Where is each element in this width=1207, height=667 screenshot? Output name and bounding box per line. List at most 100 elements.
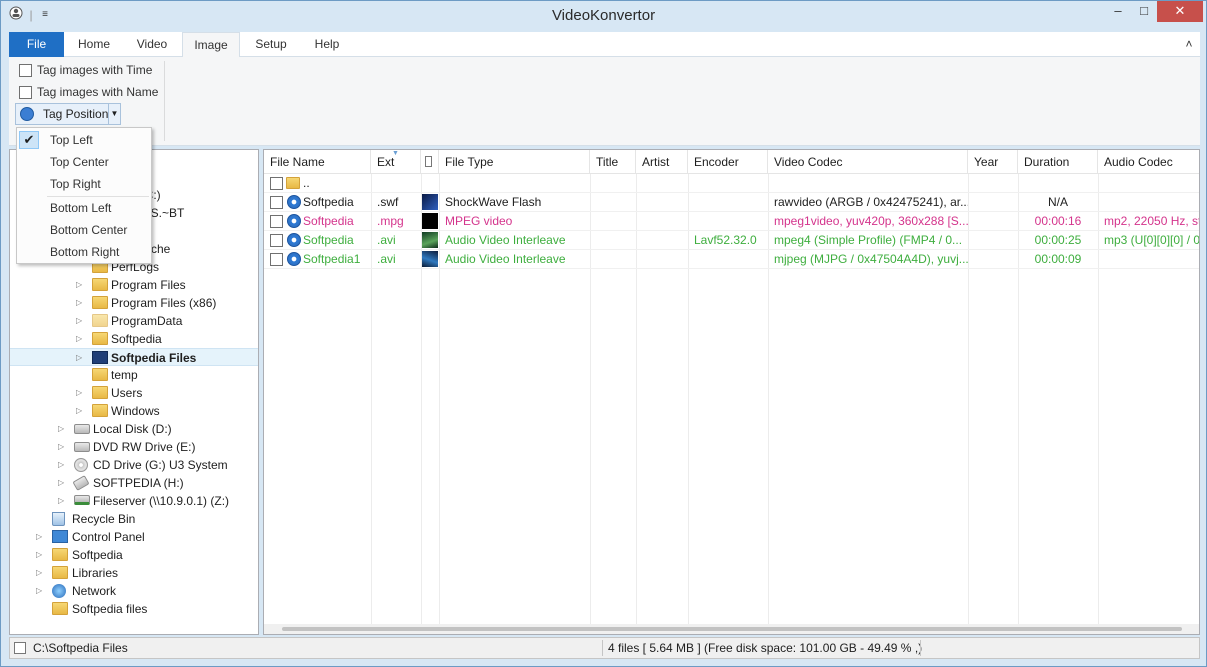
- sort-indicator-icon: ▼: [392, 150, 399, 157]
- tab-file[interactable]: File: [9, 32, 64, 57]
- cell-duration: 00:00:25: [1034, 233, 1082, 247]
- tag-name-checkbox[interactable]: [19, 86, 32, 99]
- folder-icon: [92, 368, 108, 381]
- network-icon: [52, 584, 66, 598]
- expand-arrow-icon[interactable]: ▷: [58, 438, 64, 456]
- expand-arrow-icon[interactable]: ▷: [76, 312, 82, 330]
- tree-node-programdata[interactable]: ▷ ProgramData: [76, 312, 182, 330]
- cell-ext: .avi: [377, 233, 396, 247]
- tag-position-dropdown[interactable]: Tag Position ▼: [15, 103, 121, 125]
- tree-node-fileserver[interactable]: ▷ Fileserver (\\10.9.0.1) (Z:): [58, 492, 229, 510]
- expand-arrow-icon[interactable]: ▷: [58, 474, 64, 492]
- minimize-button[interactable]: –: [1105, 1, 1131, 22]
- parent-row-label: ..: [303, 176, 310, 190]
- expand-arrow-icon[interactable]: ▷: [76, 276, 82, 294]
- tree-node-label: DVD RW Drive (E:): [93, 440, 196, 454]
- col-encoder[interactable]: Encoder: [688, 150, 768, 174]
- col-file-type[interactable]: File Type: [439, 150, 590, 174]
- col-file-name[interactable]: File Name: [264, 150, 371, 174]
- tree-node-control-panel[interactable]: ▷ Control Panel: [36, 528, 145, 546]
- tree-node-softpedia-files[interactable]: ▷ Softpedia Files: [10, 348, 258, 366]
- menu-item-label: Bottom Center: [50, 223, 128, 237]
- expand-arrow-icon[interactable]: ▷: [76, 349, 82, 367]
- folder-icon: [92, 278, 108, 291]
- table-row[interactable]: Softpedia .mpg MPEG video mpeg1video, yu…: [264, 212, 1199, 231]
- expand-arrow-icon[interactable]: ▷: [36, 582, 42, 600]
- cell-duration: N/A: [1047, 195, 1068, 209]
- tree-node-softpedia-sub[interactable]: ▷ Softpedia: [76, 330, 162, 348]
- menu-item-top-center[interactable]: Top Center: [17, 151, 151, 173]
- tree-node-program-files-x86[interactable]: ▷ Program Files (x86): [76, 294, 216, 312]
- tree-node-cd-drive[interactable]: ▷ CD Drive (G:) U3 System: [58, 456, 228, 474]
- expand-arrow-icon[interactable]: ▷: [36, 564, 42, 582]
- table-row[interactable]: Softpedia1 .avi Audio Video Interleave m…: [264, 250, 1199, 269]
- expand-arrow-icon[interactable]: ▷: [36, 546, 42, 564]
- expand-arrow-icon[interactable]: ▷: [58, 456, 64, 474]
- menu-item-top-right[interactable]: Top Right: [17, 173, 151, 195]
- maximize-button[interactable]: □: [1131, 1, 1157, 22]
- tree-node-dvd-drive[interactable]: ▷ DVD RW Drive (E:): [58, 438, 195, 456]
- chevron-down-icon[interactable]: ▼: [108, 104, 120, 124]
- tag-name-label: Tag images with Name: [37, 85, 159, 99]
- tree-node-temp[interactable]: temp: [92, 366, 138, 384]
- tab-home[interactable]: Home: [67, 32, 121, 57]
- tree-node-label: CD Drive (G:) U3 System: [93, 458, 228, 472]
- menu-item-label: Top Left: [50, 133, 93, 147]
- scrollbar-thumb[interactable]: [282, 627, 1182, 631]
- close-button[interactable]: ✕: [1157, 1, 1203, 22]
- col-audio-codec[interactable]: Audio Codec: [1098, 150, 1199, 174]
- tree-node-windows[interactable]: ▷ Windows: [76, 402, 160, 420]
- col-duration[interactable]: Duration: [1018, 150, 1098, 174]
- tree-node-local-disk-d[interactable]: ▷ Local Disk (D:): [58, 420, 172, 438]
- tree-node-network[interactable]: ▷ Network: [36, 582, 116, 600]
- expand-arrow-icon[interactable]: ▷: [76, 402, 82, 420]
- tree-node-users[interactable]: ▷ Users: [76, 384, 142, 402]
- row-checkbox[interactable]: [270, 234, 283, 247]
- menu-item-bottom-right[interactable]: Bottom Right: [17, 241, 151, 263]
- table-row-parent[interactable]: ..: [264, 174, 1199, 193]
- cell-file-name: Softpedia: [303, 214, 354, 228]
- expand-arrow-icon[interactable]: ▷: [58, 492, 64, 510]
- col-artist[interactable]: Artist: [636, 150, 688, 174]
- expand-arrow-icon[interactable]: ▷: [76, 384, 82, 402]
- col-year[interactable]: Year: [968, 150, 1018, 174]
- tab-image[interactable]: Image: [182, 32, 240, 58]
- tree-node-cache[interactable]: che: [151, 240, 170, 258]
- tree-node-label: Recycle Bin: [72, 512, 136, 526]
- col-title[interactable]: Title: [590, 150, 636, 174]
- menu-item-label: Bottom Right: [50, 245, 120, 259]
- col-video-codec[interactable]: Video Codec: [768, 150, 968, 174]
- tag-time-checkbox[interactable]: [19, 64, 32, 77]
- row-checkbox[interactable]: [270, 196, 283, 209]
- tree-node-softpedia-h[interactable]: ▷ SOFTPEDIA (H:): [58, 474, 184, 492]
- tab-video[interactable]: Video: [125, 32, 179, 57]
- table-row[interactable]: Softpedia .swf ShockWave Flash rawvideo …: [264, 193, 1199, 212]
- expand-arrow-icon[interactable]: ▷: [76, 330, 82, 348]
- expand-arrow-icon[interactable]: ▷: [36, 528, 42, 546]
- row-checkbox[interactable]: [270, 215, 283, 228]
- row-checkbox[interactable]: [270, 177, 283, 190]
- menu-item-top-left[interactable]: ✔ Top Left: [17, 129, 151, 151]
- menu-item-bottom-center[interactable]: Bottom Center: [17, 219, 151, 241]
- tree-node-label: Softpedia files: [72, 602, 148, 616]
- expand-arrow-icon[interactable]: ▷: [76, 294, 82, 312]
- ribbon-collapse-button[interactable]: ˄: [1181, 32, 1197, 57]
- tree-node-program-files[interactable]: ▷ Program Files: [76, 276, 186, 294]
- tab-help[interactable]: Help: [303, 32, 351, 57]
- tab-setup[interactable]: Setup: [245, 32, 297, 57]
- cd-drive-icon: [74, 458, 88, 472]
- horizontal-scrollbar[interactable]: [264, 624, 1199, 634]
- tree-node-recycle-bin[interactable]: Recycle Bin: [52, 510, 135, 528]
- col-thumbnail[interactable]: [421, 150, 439, 174]
- row-checkbox[interactable]: [270, 253, 283, 266]
- tree-node-libraries[interactable]: ▷ Libraries: [36, 564, 118, 582]
- folder-icon: [52, 548, 68, 561]
- tree-node-softpedia-files-2[interactable]: Softpedia files: [52, 600, 147, 618]
- cell-file-name: Softpedia: [303, 233, 354, 247]
- tree-node-label: Libraries: [72, 566, 119, 580]
- file-grid: File Name Ext File Type Title Artist Enc…: [263, 149, 1200, 635]
- tree-node-softpedia-root[interactable]: ▷ Softpedia: [36, 546, 123, 564]
- menu-item-bottom-left[interactable]: Bottom Left: [17, 197, 151, 219]
- expand-arrow-icon[interactable]: ▷: [58, 420, 64, 438]
- table-row[interactable]: Softpedia .avi Audio Video Interleave La…: [264, 231, 1199, 250]
